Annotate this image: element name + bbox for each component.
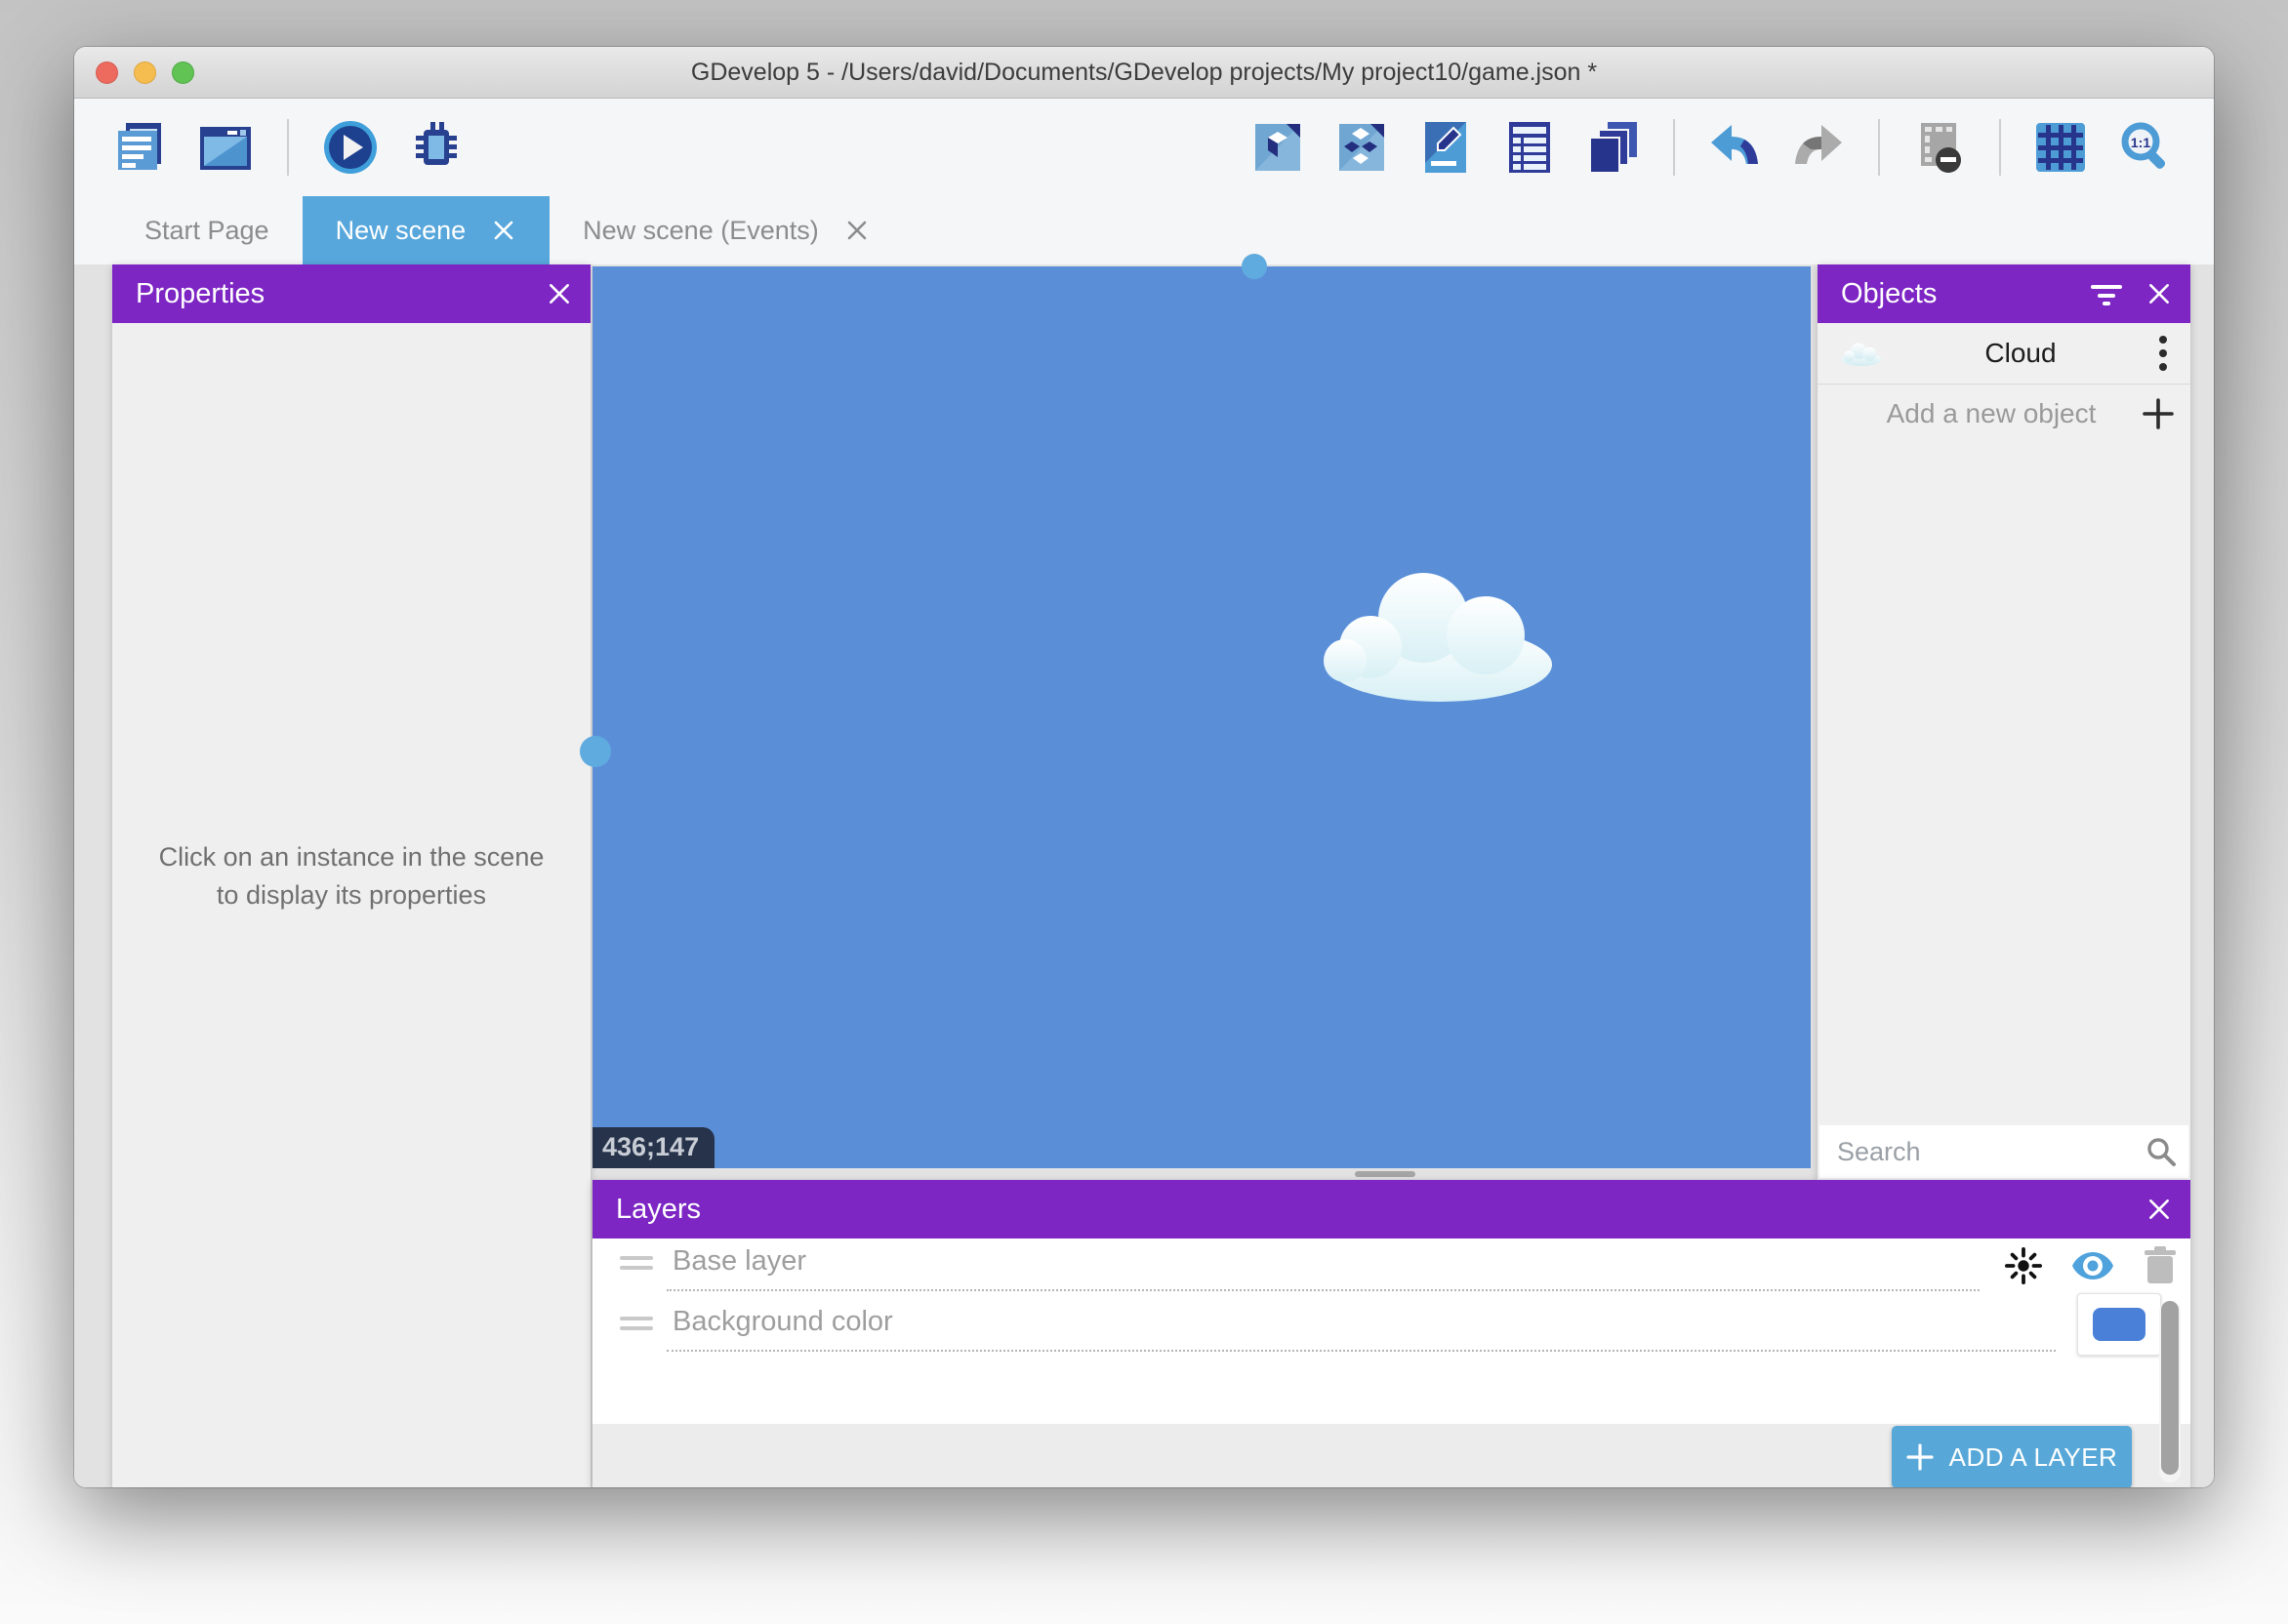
cloud-instance[interactable] [1308, 557, 1572, 709]
desktop-background: GDevelop 5 - /Users/david/Documents/GDev… [0, 0, 2288, 1624]
scene-preview-icon[interactable] [195, 113, 256, 182]
zoom-1-1-icon: 1:1 [2117, 120, 2172, 175]
layers-panel-title: Layers [616, 1194, 701, 1226]
add-layer-label: ADD A LAYER [1949, 1442, 2118, 1473]
debug-icon[interactable] [406, 113, 467, 182]
render-mask-icon [1913, 121, 1966, 174]
object-search-input[interactable] [1819, 1125, 2188, 1178]
app-window: GDevelop 5 - /Users/david/Documents/GDev… [74, 47, 2214, 1487]
tab-new-scene[interactable]: New scene [303, 196, 551, 264]
layer-row-base: Base layer [592, 1238, 2190, 1299]
play-icon [322, 119, 379, 176]
tab-label: New scene (Events) [583, 216, 819, 246]
layer-name-field[interactable]: Base layer [667, 1245, 1980, 1291]
filter-icon[interactable] [2085, 272, 2128, 315]
title-bar: GDevelop 5 - /Users/david/Documents/GDev… [74, 47, 2214, 99]
window-title: GDevelop 5 - /Users/david/Documents/GDev… [74, 59, 2214, 87]
add-new-object-label: Add a new object [1818, 398, 2126, 429]
cursor-coordinates-badge: 436;147 [592, 1127, 715, 1168]
background-color-swatch [2093, 1308, 2145, 1341]
close-tab-icon[interactable] [491, 218, 516, 243]
tab-new-scene-events[interactable]: New scene (Events) [550, 196, 903, 264]
layers-list: Base layer [592, 1238, 2190, 1487]
scene-scroll-handle-left[interactable] [580, 736, 611, 767]
plus-icon [2126, 397, 2190, 430]
scene-scroll-handle-top[interactable] [1242, 254, 1267, 279]
objects-panel: Objects [1818, 264, 2190, 1180]
object-list-item-cloud[interactable]: Cloud [1818, 323, 2190, 385]
redo-icon [1791, 123, 1846, 172]
main-toolbar: 1:1 [74, 99, 2214, 196]
tab-start-page[interactable]: Start Page [111, 196, 303, 264]
visibility-eye-icon[interactable] [2071, 1251, 2114, 1280]
objects-panel-header: Objects [1818, 264, 2190, 323]
object-groups-icon [1335, 120, 1388, 175]
grid-icon [2034, 121, 2087, 174]
instances-list-icon [1507, 120, 1552, 175]
layers-panel-icon[interactable] [1583, 113, 1644, 182]
layer-name-field[interactable]: Background color [667, 1306, 2056, 1352]
layers-panel-icon [1586, 120, 1641, 175]
object-groups-icon[interactable] [1331, 113, 1392, 182]
canvas-horizontal-scrollbar[interactable] [1355, 1171, 1415, 1177]
properties-edit-icon [1423, 120, 1468, 175]
render-mask-icon[interactable] [1909, 113, 1970, 182]
properties-hint-text: Click on an instance in the scene to dis… [112, 838, 591, 914]
svg-text:1:1: 1:1 [2131, 135, 2150, 150]
tab-label: New scene [336, 216, 467, 246]
scene-window-icon [198, 123, 253, 172]
objects-panel-icon[interactable] [1247, 113, 1308, 182]
properties-panel-title: Properties [136, 278, 265, 310]
cloud-thumbnail-icon [1818, 339, 1905, 368]
instances-list-icon[interactable] [1499, 113, 1560, 182]
plus-icon [1906, 1443, 1934, 1471]
close-objects-icon[interactable] [2138, 272, 2181, 315]
background-color-picker[interactable] [2077, 1293, 2161, 1356]
toolbar-divider [1999, 119, 2001, 176]
object-name: Cloud [1905, 338, 2136, 369]
object-search [1819, 1125, 2188, 1178]
drag-handle-icon[interactable] [620, 1311, 653, 1336]
play-icon[interactable] [320, 113, 381, 182]
editor-main-area: Properties Click on an instance in the s… [74, 264, 2214, 1487]
undo-icon [1707, 123, 1762, 172]
objects-panel-icon [1251, 120, 1304, 175]
project-manager-icon [114, 121, 165, 174]
layers-scrollbar-track [2159, 1301, 2181, 1482]
drag-handle-icon[interactable] [620, 1250, 653, 1276]
add-layer-button[interactable]: ADD A LAYER [1892, 1426, 2132, 1487]
toolbar-divider [287, 119, 289, 176]
zoom-1-1-icon[interactable]: 1:1 [2114, 113, 2175, 182]
project-manager-icon[interactable] [109, 113, 170, 182]
close-tab-icon[interactable] [844, 218, 870, 243]
close-properties-icon[interactable] [538, 272, 581, 315]
properties-panel-body: Click on an instance in the scene to dis… [112, 323, 591, 1487]
objects-panel-title: Objects [1841, 278, 1937, 310]
toolbar-divider [1673, 119, 1675, 176]
lighting-icon[interactable] [2005, 1247, 2042, 1284]
layers-footer: ADD A LAYER ADD LIGHTING LAYER [592, 1424, 2190, 1487]
scene-canvas[interactable]: 436;147 [592, 266, 1811, 1168]
layers-scrollbar-thumb[interactable] [2161, 1301, 2179, 1475]
properties-panel-header: Properties [112, 264, 591, 323]
tab-label: Start Page [144, 216, 269, 246]
search-icon [2145, 1136, 2177, 1172]
properties-panel: Properties Click on an instance in the s… [112, 264, 591, 1487]
layers-panel: Layers Base layer [592, 1180, 2190, 1487]
toolbar-divider [1878, 119, 1880, 176]
layer-row-background: Background color [592, 1299, 2190, 1360]
layers-panel-header: Layers [592, 1180, 2190, 1238]
close-layers-icon[interactable] [2138, 1188, 2181, 1231]
grid-icon[interactable] [2030, 113, 2091, 182]
properties-edit-icon[interactable] [1415, 113, 1476, 182]
tab-bar: Start Page New scene New scene (Events) [74, 196, 2214, 264]
delete-trash-icon[interactable] [2144, 1246, 2177, 1285]
add-new-object-button[interactable]: Add a new object [1818, 385, 2190, 443]
object-menu-kebab-icon[interactable] [2136, 335, 2190, 372]
undo-icon[interactable] [1704, 113, 1765, 182]
scene-editor-area: 436;147 [592, 264, 1811, 1180]
debug-icon [408, 120, 465, 175]
redo-icon[interactable] [1788, 113, 1849, 182]
